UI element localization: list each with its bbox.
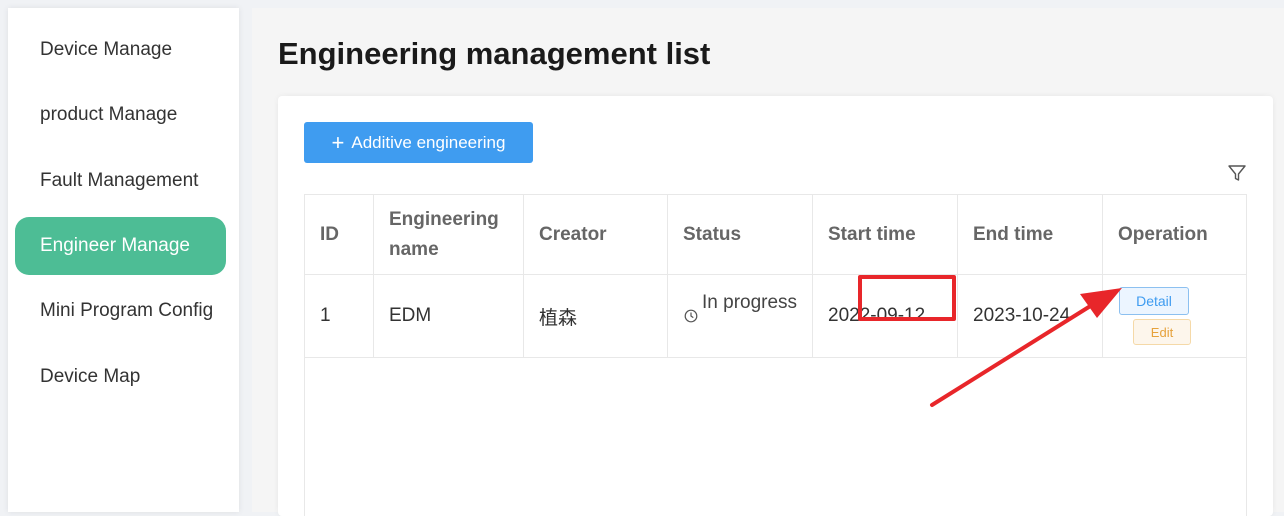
add-engineering-button[interactable]: + Additive engineering <box>304 122 533 163</box>
page-title: Engineering management list <box>278 36 711 71</box>
header-engineering-name-label: Engineering name <box>389 208 499 260</box>
plus-icon: + <box>331 129 345 155</box>
status-text: In progress <box>702 292 798 313</box>
cell-creator: 植森 <box>524 275 668 357</box>
sidebar-item-device-map[interactable]: Device Map <box>15 348 226 406</box>
sidebar-item-engineer-manage[interactable]: Engineer Manage <box>15 217 226 275</box>
cell-start-time: 2022-09-12 <box>813 275 958 357</box>
cell-engineering-name: EDM <box>374 275 524 357</box>
filter-icon[interactable] <box>1227 163 1247 183</box>
header-engineering-name: Engineering name <box>374 195 524 274</box>
main-content: Engineering management list + Additive e… <box>252 8 1284 516</box>
sidebar-item-device-manage[interactable]: Device Manage <box>15 21 226 79</box>
cell-end-time: 2023-10-24 <box>958 275 1103 357</box>
table-row: 1 EDM 植森 In progress 2022-09-12 2023-10-… <box>305 275 1246 358</box>
detail-button[interactable]: Detail <box>1119 287 1189 315</box>
header-operation: Operation <box>1118 223 1208 245</box>
header-end-time: End time <box>958 195 1103 274</box>
clock-icon <box>684 309 698 323</box>
header-id: ID <box>305 195 374 274</box>
sidebar-item-product-manage[interactable]: product Manage <box>15 86 226 144</box>
cell-status: In progress <box>668 275 813 357</box>
engineering-table: ID Engineering name Creator Status Start… <box>304 194 1247 516</box>
add-engineering-label: Additive engineering <box>351 132 506 152</box>
cell-id: 1 <box>305 275 374 357</box>
table-header: ID Engineering name Creator Status Start… <box>305 195 1246 275</box>
edit-button[interactable]: Edit <box>1133 319 1191 345</box>
header-creator: Creator <box>524 195 668 274</box>
sidebar-item-fault-management[interactable]: Fault Management <box>15 152 226 210</box>
content-card: + Additive engineering ID Engineering na… <box>278 96 1273 516</box>
cell-operation: Detail Edit <box>1103 275 1246 357</box>
sidebar: Device Manage product Manage Fault Manag… <box>8 8 239 512</box>
sidebar-item-mini-program-config[interactable]: Mini Program Config <box>15 282 226 340</box>
header-status: Status <box>668 195 813 274</box>
header-start-time: Start time <box>813 195 958 274</box>
